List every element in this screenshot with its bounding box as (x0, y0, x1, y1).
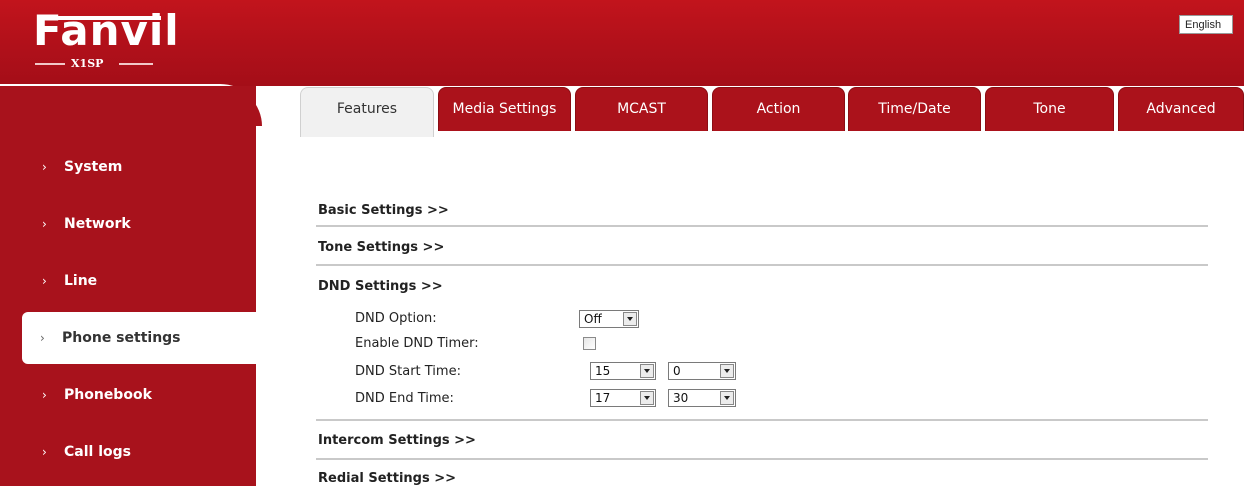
dnd-timer-label: Enable DND Timer: (355, 336, 479, 351)
dropdown-arrow-icon (640, 364, 654, 378)
tone-settings-link[interactable]: Tone Settings >> (318, 240, 444, 255)
dnd-start-minute-value: 0 (673, 364, 681, 378)
chevron-right-icon: › (42, 445, 47, 459)
tab-media-settings[interactable]: Media Settings (438, 87, 571, 131)
intercom-settings-link[interactable]: Intercom Settings >> (318, 433, 476, 448)
tab-tone[interactable]: Tone (985, 87, 1114, 131)
dropdown-arrow-icon (640, 391, 654, 405)
model-line-right (119, 63, 153, 65)
sidebar-item-line[interactable]: › Line (22, 261, 256, 301)
model-line-left (35, 63, 65, 65)
dnd-start-hour-value: 15 (595, 364, 611, 378)
dnd-start-hour-select[interactable]: 15 (590, 362, 656, 380)
dnd-end-minute-value: 30 (673, 391, 689, 405)
dnd-start-minute-select[interactable]: 0 (668, 362, 736, 380)
sidebar-item-label: System (64, 159, 123, 175)
dnd-start-time-label: DND Start Time: (355, 364, 461, 379)
chevron-right-icon: › (42, 388, 47, 402)
dnd-option-value: Off (584, 312, 602, 326)
dnd-timer-checkbox[interactable] (583, 337, 596, 350)
tab-features[interactable]: Features (300, 87, 434, 137)
section-divider (316, 458, 1208, 460)
sidebar-item-call-logs[interactable]: › Call logs (22, 432, 256, 472)
header-banner: Fanvil X1SP English (0, 0, 1244, 86)
fanvil-logo: Fanvil X1SP (33, 6, 179, 72)
sidebar-item-system[interactable]: › System (22, 147, 256, 187)
language-select[interactable]: English (1179, 15, 1233, 34)
tab-advanced[interactable]: Advanced (1118, 87, 1244, 131)
dnd-end-time-label: DND End Time: (355, 391, 454, 406)
sidebar-item-label: Network (64, 216, 131, 232)
basic-settings-link[interactable]: Basic Settings >> (318, 203, 449, 218)
sidebar-item-phonebook[interactable]: › Phonebook (22, 375, 256, 415)
model-badge: X1SP (35, 57, 167, 71)
chevron-right-icon: › (42, 217, 47, 231)
sidebar-item-label: Phonebook (64, 387, 152, 403)
tab-mcast[interactable]: MCAST (575, 87, 708, 131)
tab-time-date[interactable]: Time/Date (848, 87, 981, 131)
dnd-end-minute-select[interactable]: 30 (668, 389, 736, 407)
chevron-right-icon: › (40, 331, 45, 345)
brand-name: Fanvil (33, 6, 180, 55)
model-name: X1SP (71, 57, 104, 70)
dnd-option-label: DND Option: (355, 311, 437, 326)
sidebar-item-label: Line (64, 273, 98, 289)
dnd-settings-link[interactable]: DND Settings >> (318, 279, 443, 294)
dnd-option-select[interactable]: Off (579, 310, 639, 328)
dnd-end-hour-select[interactable]: 17 (590, 389, 656, 407)
section-divider (316, 264, 1208, 266)
section-divider (316, 225, 1208, 227)
chevron-right-icon: › (42, 160, 47, 174)
tab-action[interactable]: Action (712, 87, 845, 131)
dnd-end-hour-value: 17 (595, 391, 611, 405)
redial-settings-link[interactable]: Redial Settings >> (318, 471, 456, 486)
section-divider (316, 419, 1208, 421)
sidebar-item-label: Call logs (64, 444, 131, 460)
sidebar-item-network[interactable]: › Network (22, 204, 256, 244)
sidebar-item-label: Phone settings (62, 330, 181, 346)
dropdown-arrow-icon (623, 312, 637, 326)
sidebar-item-phone-settings[interactable]: › Phone settings (22, 312, 256, 364)
dropdown-arrow-icon (720, 364, 734, 378)
chevron-right-icon: › (42, 274, 47, 288)
dropdown-arrow-icon (720, 391, 734, 405)
